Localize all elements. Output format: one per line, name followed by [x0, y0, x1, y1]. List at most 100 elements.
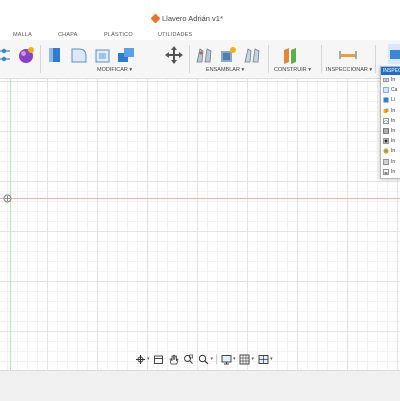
document-title-text: Llavero Adrián v1* [162, 14, 223, 23]
orbit-button[interactable] [134, 353, 146, 365]
menu-item-isocurve[interactable]: In [381, 157, 400, 167]
display-component-icon [383, 97, 389, 103]
tab-plastico[interactable]: PLÁSTICO [104, 32, 133, 38]
inspect-dropdown-header: INSPECCIONAR [381, 67, 400, 75]
y-axis-line [10, 79, 11, 370]
menu-item-measure[interactable]: In [381, 75, 400, 85]
document-icon [150, 13, 161, 24]
origin-icon[interactable] [3, 194, 12, 203]
tab-chapa[interactable]: CHAPA [58, 32, 78, 38]
document-title: Llavero Adrián v1* [150, 13, 223, 24]
new-component-button[interactable] [218, 45, 238, 65]
measure-button[interactable] [338, 48, 358, 62]
hand-icon [169, 354, 179, 364]
partial-tool-button[interactable] [0, 46, 14, 64]
grid-snaps-button[interactable] [239, 353, 251, 365]
chevron-down-icon[interactable]: ▾ [233, 356, 236, 362]
toolbar-separator [268, 45, 269, 73]
menu-item-label: Li [391, 97, 395, 104]
chevron-down-icon[interactable]: ▾ [147, 356, 150, 362]
curvature-map-icon [383, 148, 389, 155]
move-copy-button[interactable] [164, 45, 184, 65]
title-bar: Llavero Adrián v1* [0, 0, 400, 28]
toolbar-separator [189, 45, 190, 73]
menu-item-label: Ca [391, 87, 398, 94]
menu-item-label: In [391, 107, 396, 114]
chevron-down-icon[interactable]: ▾ [252, 356, 255, 362]
as-built-joint-icon [244, 48, 260, 63]
interference-icon [383, 108, 389, 113]
calendar-view-icon [154, 355, 163, 364]
zoom-window-button[interactable] [183, 353, 195, 365]
inspect-dropdown: INSPECCIONAR In Ca Li In In In In In In … [380, 66, 400, 179]
menu-item-label: In [391, 148, 396, 155]
as-built-joint-button[interactable] [242, 45, 262, 65]
toolbar [0, 40, 400, 79]
menu-item-label: In [391, 128, 396, 135]
menu-item-label: In [391, 117, 396, 124]
menu-item-display-component[interactable]: Li [381, 95, 400, 105]
modify-menu[interactable]: MODIFICAR ▾ [97, 67, 132, 73]
toolbar-separator [40, 45, 41, 73]
menu-item-zebra[interactable]: In [381, 126, 400, 136]
joint-icon [196, 48, 212, 63]
shell-button[interactable] [93, 45, 113, 65]
combine-button[interactable] [116, 45, 136, 65]
menu-item-label: In [391, 158, 396, 165]
insert-icon [390, 50, 400, 59]
chevron-down-icon[interactable]: ▾ [270, 356, 273, 362]
tab-utilidades[interactable]: UTILIDADES [158, 32, 192, 38]
viewports-icon [258, 354, 269, 364]
new-component-icon [221, 47, 236, 62]
isocurve-analysis-icon [383, 158, 389, 165]
press-pull-button[interactable] [47, 45, 65, 65]
bottom-panel [0, 370, 400, 401]
draft-analysis-icon [383, 138, 389, 145]
nav-separator [216, 354, 218, 364]
display-settings-button[interactable] [220, 353, 232, 365]
monitor-icon [221, 354, 231, 364]
zebra-analysis-icon [383, 128, 389, 134]
menu-item-interference[interactable]: In [381, 106, 400, 116]
design-canvas[interactable] [0, 79, 400, 370]
x-axis-line [0, 198, 400, 199]
viewports-button[interactable] [257, 353, 269, 365]
toolbar-separator [321, 45, 322, 73]
menu-item-draft[interactable]: In [381, 136, 400, 146]
menu-item-curvature-comb[interactable]: In [381, 116, 400, 126]
create-form-button[interactable] [16, 45, 36, 65]
zoom-window-icon [184, 354, 193, 364]
menu-item-curvature-map[interactable]: In [381, 146, 400, 156]
navigation-bar: ▾ ▾ ▾ ▾ ▾ [134, 352, 273, 366]
magnifier-icon [198, 354, 209, 364]
press-pull-icon [49, 48, 60, 62]
fillet-button[interactable] [69, 45, 89, 65]
joint-button[interactable] [195, 45, 215, 65]
accessibility-analysis-icon [383, 168, 389, 175]
component-color-icon [383, 87, 389, 94]
menu-item-component-color[interactable]: Ca [381, 85, 400, 95]
form-sphere-icon [19, 47, 34, 63]
zoom-button[interactable] [198, 353, 210, 365]
assemble-menu[interactable]: ENSAMBLAR ▾ [206, 67, 244, 73]
look-at-button[interactable] [153, 353, 165, 365]
move-arrows-icon [165, 46, 183, 64]
insert-button[interactable] [388, 44, 400, 64]
inspect-menu[interactable]: INSPECCIONAR ▾ [326, 67, 372, 73]
menu-item-accessibility[interactable]: In [381, 167, 400, 177]
curvature-comb-icon [383, 118, 389, 124]
offset-plane-button[interactable] [280, 45, 300, 65]
offset-plane-icon [284, 48, 296, 64]
fillet-icon [71, 48, 87, 63]
construct-menu[interactable]: CONSTRUIR ▾ [274, 67, 311, 73]
chevron-down-icon[interactable]: ▾ [211, 356, 214, 362]
menu-item-label: In [391, 138, 396, 145]
measure-icon [383, 78, 389, 82]
orbit-icon [135, 354, 145, 364]
combine-icon [118, 48, 134, 62]
toolbar-separator [375, 45, 376, 73]
grid-icon [239, 354, 250, 364]
tab-malla[interactable]: MALLA [13, 32, 32, 38]
pan-button[interactable] [168, 353, 180, 365]
menu-item-label: In [391, 77, 396, 84]
